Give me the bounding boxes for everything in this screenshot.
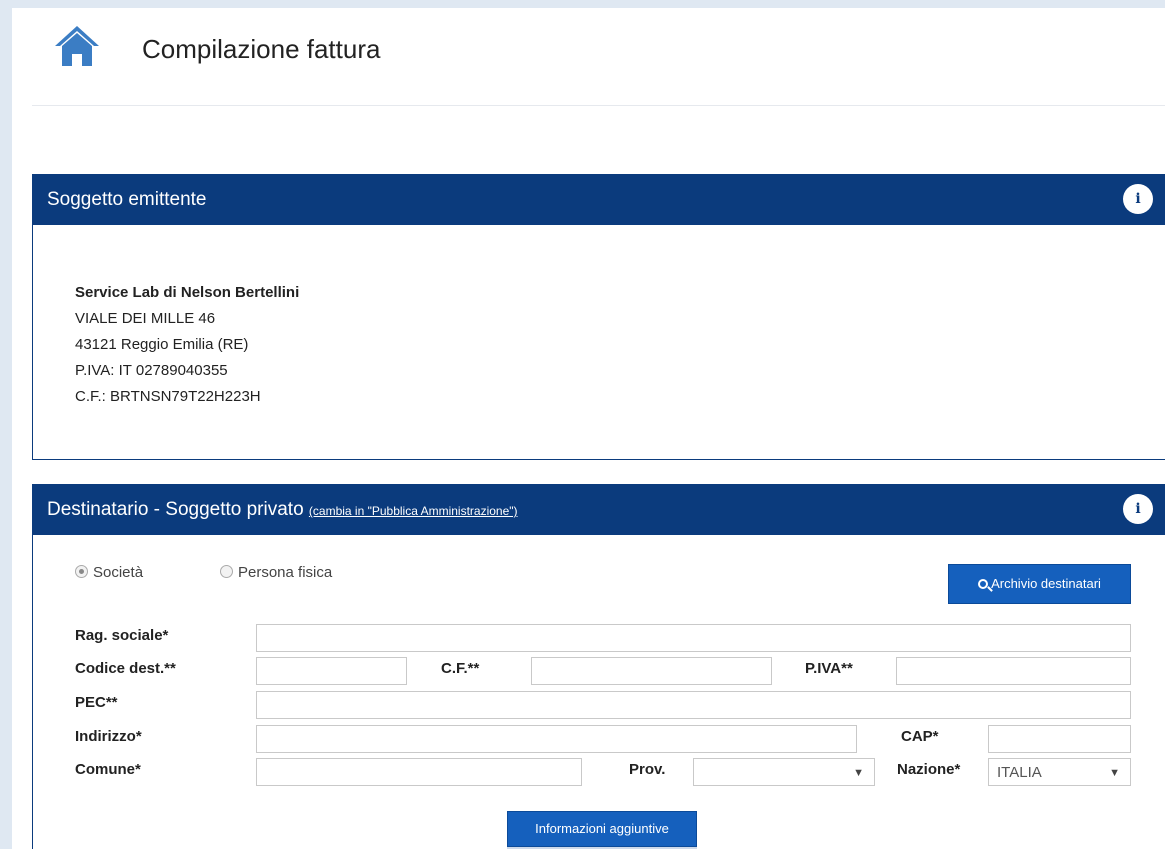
info-icon[interactable]: i xyxy=(1123,494,1153,524)
recipient-code-input[interactable] xyxy=(256,657,407,685)
issuer-tax-code: C.F.: BRTNSN79T22H223H xyxy=(75,388,261,405)
country-label: Nazione* xyxy=(897,761,961,778)
province-label: Prov. xyxy=(629,761,666,778)
archive-recipients-button[interactable]: Archivio destinatari xyxy=(948,564,1131,604)
radio-person[interactable]: Persona fisica xyxy=(220,564,332,581)
radio-person-label: Persona fisica xyxy=(238,564,333,581)
company-name-input[interactable] xyxy=(256,624,1131,652)
country-select[interactable]: ITALIA ▼ xyxy=(988,758,1131,786)
pec-input[interactable] xyxy=(256,691,1131,719)
issuer-name: Service Lab di Nelson Bertellini xyxy=(75,284,300,301)
radio-unselected-icon xyxy=(220,565,233,578)
issuer-panel-body: Service Lab di Nelson Bertellini VIALE D… xyxy=(32,225,1165,460)
province-select[interactable]: ▼ xyxy=(693,758,875,786)
address-label: Indirizzo* xyxy=(75,728,142,745)
vat-label: P.IVA** xyxy=(805,660,853,677)
issuer-city: 43121 Reggio Emilia (RE) xyxy=(75,336,249,353)
radio-selected-icon xyxy=(75,565,88,578)
tax-code-input[interactable] xyxy=(531,657,772,685)
issuer-panel-title: Soggetto emittente xyxy=(47,189,207,210)
dropdown-arrow-icon: ▼ xyxy=(853,767,864,779)
page-header: Compilazione fattura xyxy=(32,8,1165,106)
home-icon[interactable] xyxy=(54,24,100,68)
pec-label: PEC** xyxy=(75,694,118,711)
page: Compilazione fattura Soggetto emittente … xyxy=(12,8,1165,849)
recipient-panel-body: Società Persona fisica Archivio destinat… xyxy=(32,535,1165,849)
dropdown-arrow-icon: ▼ xyxy=(1109,767,1120,779)
radio-company[interactable]: Società xyxy=(75,564,143,581)
archive-button-label: Archivio destinatari xyxy=(991,576,1101,591)
info-icon[interactable]: i xyxy=(1123,184,1153,214)
address-input[interactable] xyxy=(256,725,857,753)
recipient-panel-title: Destinatario - Soggetto privato (cambia … xyxy=(47,499,518,521)
recipient-panel: Destinatario - Soggetto privato (cambia … xyxy=(32,484,1165,849)
issuer-details: Service Lab di Nelson Bertellini VIALE D… xyxy=(75,280,299,410)
zip-input[interactable] xyxy=(988,725,1131,753)
vat-input[interactable] xyxy=(896,657,1131,685)
city-input[interactable] xyxy=(256,758,582,786)
more-info-button[interactable]: Informazioni aggiuntive xyxy=(507,811,697,847)
switch-to-pa-link[interactable]: (cambia in "Pubblica Amministrazione") xyxy=(309,504,518,518)
zip-label: CAP* xyxy=(901,728,939,745)
country-value: ITALIA xyxy=(997,764,1042,781)
recipient-title-text: Destinatario - Soggetto privato xyxy=(47,499,304,520)
issuer-address: VIALE DEI MILLE 46 xyxy=(75,310,216,327)
company-name-label: Rag. sociale* xyxy=(75,627,169,644)
city-label: Comune* xyxy=(75,761,141,778)
search-icon xyxy=(978,579,989,589)
radio-company-label: Società xyxy=(93,564,144,581)
issuer-panel-header: Soggetto emittente i xyxy=(32,174,1165,225)
page-title: Compilazione fattura xyxy=(142,34,381,64)
tax-code-label: C.F.** xyxy=(441,660,480,677)
recipient-panel-header: Destinatario - Soggetto privato (cambia … xyxy=(32,484,1165,535)
issuer-vat: P.IVA: IT 02789040355 xyxy=(75,362,228,379)
recipient-code-label: Codice dest.** xyxy=(75,660,176,677)
issuer-panel: Soggetto emittente i Service Lab di Nels… xyxy=(32,174,1165,460)
